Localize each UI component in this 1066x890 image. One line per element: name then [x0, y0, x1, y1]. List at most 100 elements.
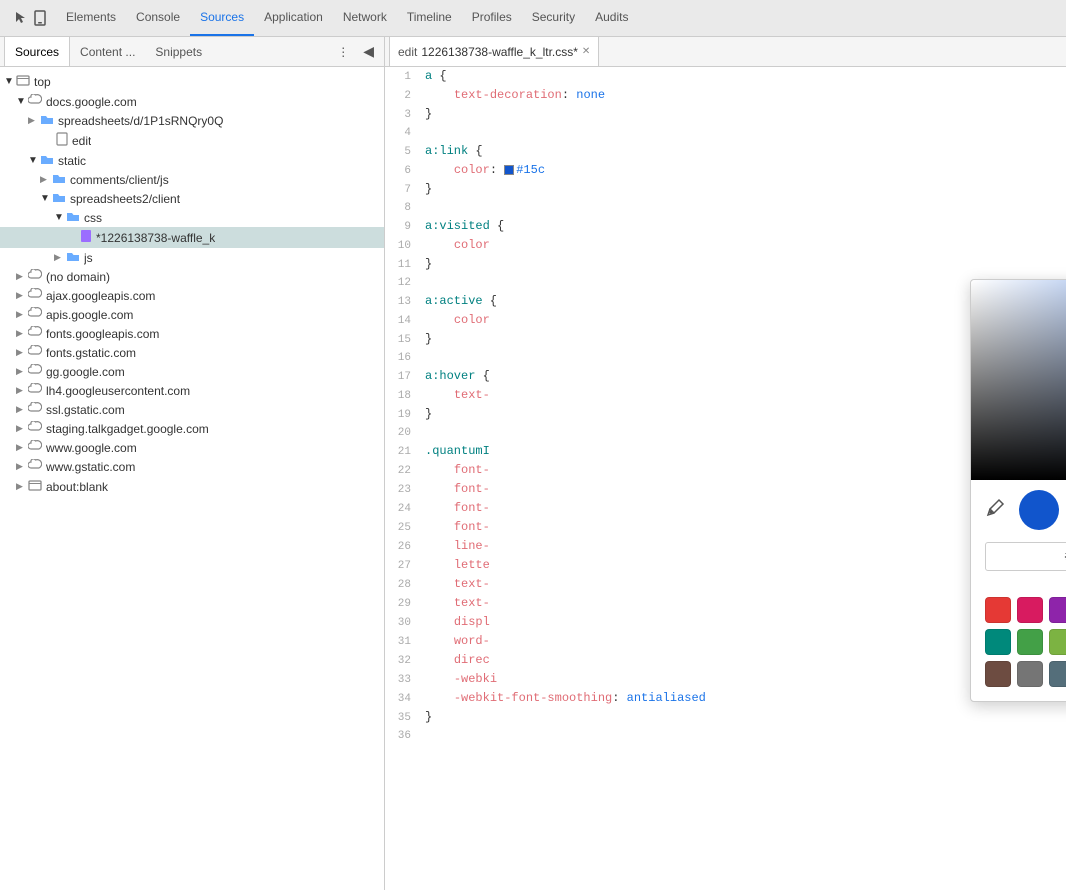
swatch[interactable]: [1049, 597, 1066, 623]
line-number: 19: [385, 406, 421, 424]
tab-security[interactable]: Security: [522, 0, 585, 36]
tree-label: top: [34, 75, 51, 89]
tree-item-ssl-gstatic[interactable]: ▶ ssl.gstatic.com: [0, 400, 384, 419]
tree-label: www.gstatic.com: [46, 460, 135, 474]
editor-tab[interactable]: edit 1226138738-waffle_k_ltr.css* ✕: [389, 37, 599, 66]
cloud-icon: [28, 345, 42, 360]
tab-console[interactable]: Console: [126, 0, 190, 36]
line-number: 27: [385, 557, 421, 575]
code-line: 13a:active {: [385, 292, 1066, 311]
line-number: 24: [385, 500, 421, 518]
cloud-icon: [28, 421, 42, 436]
line-number: 16: [385, 349, 421, 367]
code-content: a:link {: [421, 142, 1066, 160]
tree-item-apis[interactable]: ▶ apis.google.com: [0, 305, 384, 324]
code-line: 14 color: [385, 311, 1066, 330]
arrow-icon: ▼: [40, 193, 52, 204]
hex-input[interactable]: [985, 542, 1066, 571]
code-line: 27 lette: [385, 556, 1066, 575]
code-line: 7}: [385, 180, 1066, 199]
tree-label: staging.talkgadget.google.com: [46, 422, 209, 436]
tree-item-lh4[interactable]: ▶ lh4.googleusercontent.com: [0, 381, 384, 400]
code-line: 30 displ: [385, 613, 1066, 632]
code-content: a:visited {: [421, 217, 1066, 235]
tab-timeline[interactable]: Timeline: [397, 0, 462, 36]
code-content: }: [421, 180, 1066, 198]
tab-profiles[interactable]: Profiles: [462, 0, 522, 36]
line-number: 17: [385, 368, 421, 386]
tree-item-docs-google[interactable]: ▼ docs.google.com: [0, 92, 384, 111]
tab-elements[interactable]: Elements: [56, 0, 126, 36]
tab-audits[interactable]: Audits: [585, 0, 638, 36]
tree-label: fonts.googleapis.com: [46, 327, 159, 341]
folder-empty-icon: [28, 478, 42, 495]
tree-item-comments[interactable]: ▶ comments/client/js: [0, 170, 384, 189]
close-tab-button[interactable]: ✕: [582, 46, 590, 57]
cloud-icon: [28, 383, 42, 398]
tree-item-staging-talkgadget[interactable]: ▶ staging.talkgadget.google.com: [0, 419, 384, 438]
tab-sources[interactable]: Sources: [190, 0, 254, 36]
tree-item-ajax[interactable]: ▶ ajax.googleapis.com: [0, 286, 384, 305]
swatch[interactable]: [1017, 597, 1043, 623]
line-number: 22: [385, 462, 421, 480]
tree-item-top[interactable]: ▼ top: [0, 71, 384, 92]
swatch[interactable]: [1017, 661, 1043, 687]
tree-item-spreadsheets2[interactable]: ▼ spreadsheets2/client: [0, 189, 384, 208]
tree-label: (no domain): [46, 270, 110, 284]
line-number: 32: [385, 652, 421, 670]
tree-item-edit[interactable]: ▶ edit: [0, 130, 384, 151]
tree-item-css[interactable]: ▼ css: [0, 208, 384, 227]
hex-input-row: HEX ▲ ▼: [971, 536, 1066, 591]
subtab-snippets[interactable]: Snippets: [145, 37, 212, 66]
hex-label: HEX: [985, 573, 1066, 585]
swatch[interactable]: [1017, 629, 1043, 655]
swatch[interactable]: [985, 661, 1011, 687]
code-line: 9a:visited {: [385, 217, 1066, 236]
editor-tab-file: 1226138738-waffle_k_ltr.css*: [421, 45, 578, 59]
subtab-content[interactable]: Content ...: [70, 37, 145, 66]
arrow-icon: ▶: [28, 115, 40, 126]
tab-application[interactable]: Application: [254, 0, 333, 36]
tree-item-spreadsheets[interactable]: ▶ spreadsheets/d/1P1sRNQry0Q: [0, 111, 384, 130]
tree-item-no-domain[interactable]: ▶ (no domain): [0, 267, 384, 286]
tree-item-www-gstatic[interactable]: ▶ www.gstatic.com: [0, 457, 384, 476]
code-content: color: [421, 236, 1066, 254]
tree-item-fonts-googleapis[interactable]: ▶ fonts.googleapis.com: [0, 324, 384, 343]
code-line: 16: [385, 349, 1066, 367]
subtab-more-button[interactable]: ⋮: [329, 45, 357, 59]
code-editor[interactable]: 1a { 2 text-decoration: none 3} 4 5a:lin…: [385, 67, 1066, 890]
tree-label: ajax.googleapis.com: [46, 289, 155, 303]
file-icon: [56, 132, 68, 149]
tab-network[interactable]: Network: [333, 0, 397, 36]
navigate-back-button[interactable]: ◀: [357, 43, 380, 60]
tree-item-gg-google[interactable]: ▶ gg.google.com: [0, 362, 384, 381]
cloud-icon: [28, 364, 42, 379]
line-number: 36: [385, 727, 421, 745]
cloud-icon: [28, 402, 42, 417]
tree-item-about-blank[interactable]: ▶ about:blank: [0, 476, 384, 497]
eyedropper-button[interactable]: [985, 498, 1009, 522]
swatch-row-3: [985, 661, 1066, 687]
swatch[interactable]: [985, 629, 1011, 655]
subtab-sources[interactable]: Sources: [4, 37, 70, 66]
tree-item-waffle-css[interactable]: ▶ *1226138738-waffle_k: [0, 227, 384, 248]
swatch[interactable]: [1049, 661, 1066, 687]
code-line: 29 text-: [385, 594, 1066, 613]
tree-label: docs.google.com: [46, 95, 137, 109]
swatch-row-2: [985, 629, 1066, 655]
tree-item-www-google[interactable]: ▶ www.google.com: [0, 438, 384, 457]
devtools-icons: [4, 0, 56, 36]
color-gradient[interactable]: [971, 280, 1066, 480]
code-line: 35}: [385, 708, 1066, 727]
swatch[interactable]: [1049, 629, 1066, 655]
arrow-icon: ▼: [54, 212, 66, 223]
tree-item-static[interactable]: ▼ static: [0, 151, 384, 170]
tree-item-js[interactable]: ▶ js: [0, 248, 384, 267]
code-line: 6 color: #15c: [385, 161, 1066, 180]
cloud-icon: [28, 326, 42, 341]
tree-label: spreadsheets/d/1P1sRNQry0Q: [58, 114, 223, 128]
tree-item-fonts-gstatic[interactable]: ▶ fonts.gstatic.com: [0, 343, 384, 362]
cloud-icon: [28, 94, 42, 109]
swatch[interactable]: [985, 597, 1011, 623]
line-number: 13: [385, 293, 421, 311]
